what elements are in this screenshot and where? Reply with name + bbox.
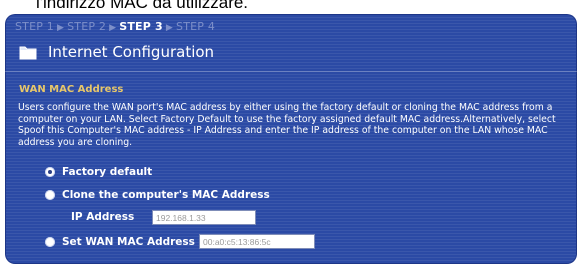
clone-mac-label: Clone the computer's MAC Address (62, 189, 270, 201)
factory-default-radio[interactable] (45, 167, 55, 177)
step-3: STEP 3 (119, 20, 163, 33)
step-2[interactable]: STEP 2 (67, 20, 106, 33)
section-title: WAN MAC Address (19, 84, 124, 95)
factory-default-label: Factory default (62, 166, 153, 178)
set-wan-mac-radio[interactable] (45, 237, 55, 247)
page-title: Internet Configuration (48, 43, 215, 61)
title-row: Internet Configuration (19, 42, 214, 62)
set-wan-mac-label: Set WAN MAC Address (62, 236, 195, 248)
ip-address-label: IP Address (71, 211, 135, 223)
folder-icon (19, 44, 37, 60)
ip-address-input[interactable]: 192.168.1.33 (152, 210, 256, 225)
clone-mac-option[interactable]: Clone the computer's MAC Address (45, 189, 270, 201)
step-4[interactable]: STEP 4 (176, 20, 215, 33)
wizard-panel: STEP 1 ▶ STEP 2 ▶ STEP 3 ▶ STEP 4 Internet Con… (5, 14, 577, 264)
step-1[interactable]: STEP 1 (15, 20, 54, 33)
chevron-right-icon: ▶ (109, 23, 117, 33)
chevron-right-icon: ▶ (165, 23, 174, 33)
clone-mac-radio[interactable] (45, 190, 55, 200)
title-divider (5, 71, 577, 72)
set-wan-mac-option[interactable]: Set WAN MAC Address (45, 236, 195, 248)
description-text: Users configure the WAN port's MAC addre… (18, 102, 556, 148)
page-caption: l'indirizzo MAC da utilizzare. (36, 0, 249, 12)
factory-default-option[interactable]: Factory default (45, 166, 152, 178)
chevron-right-icon: ▶ (56, 23, 65, 33)
mac-address-input[interactable]: 00:a0:c5:13:86:5c (199, 234, 315, 249)
wizard-steps: STEP 1 ▶ STEP 2 ▶ STEP 3 ▶ STEP 4 (15, 20, 215, 33)
